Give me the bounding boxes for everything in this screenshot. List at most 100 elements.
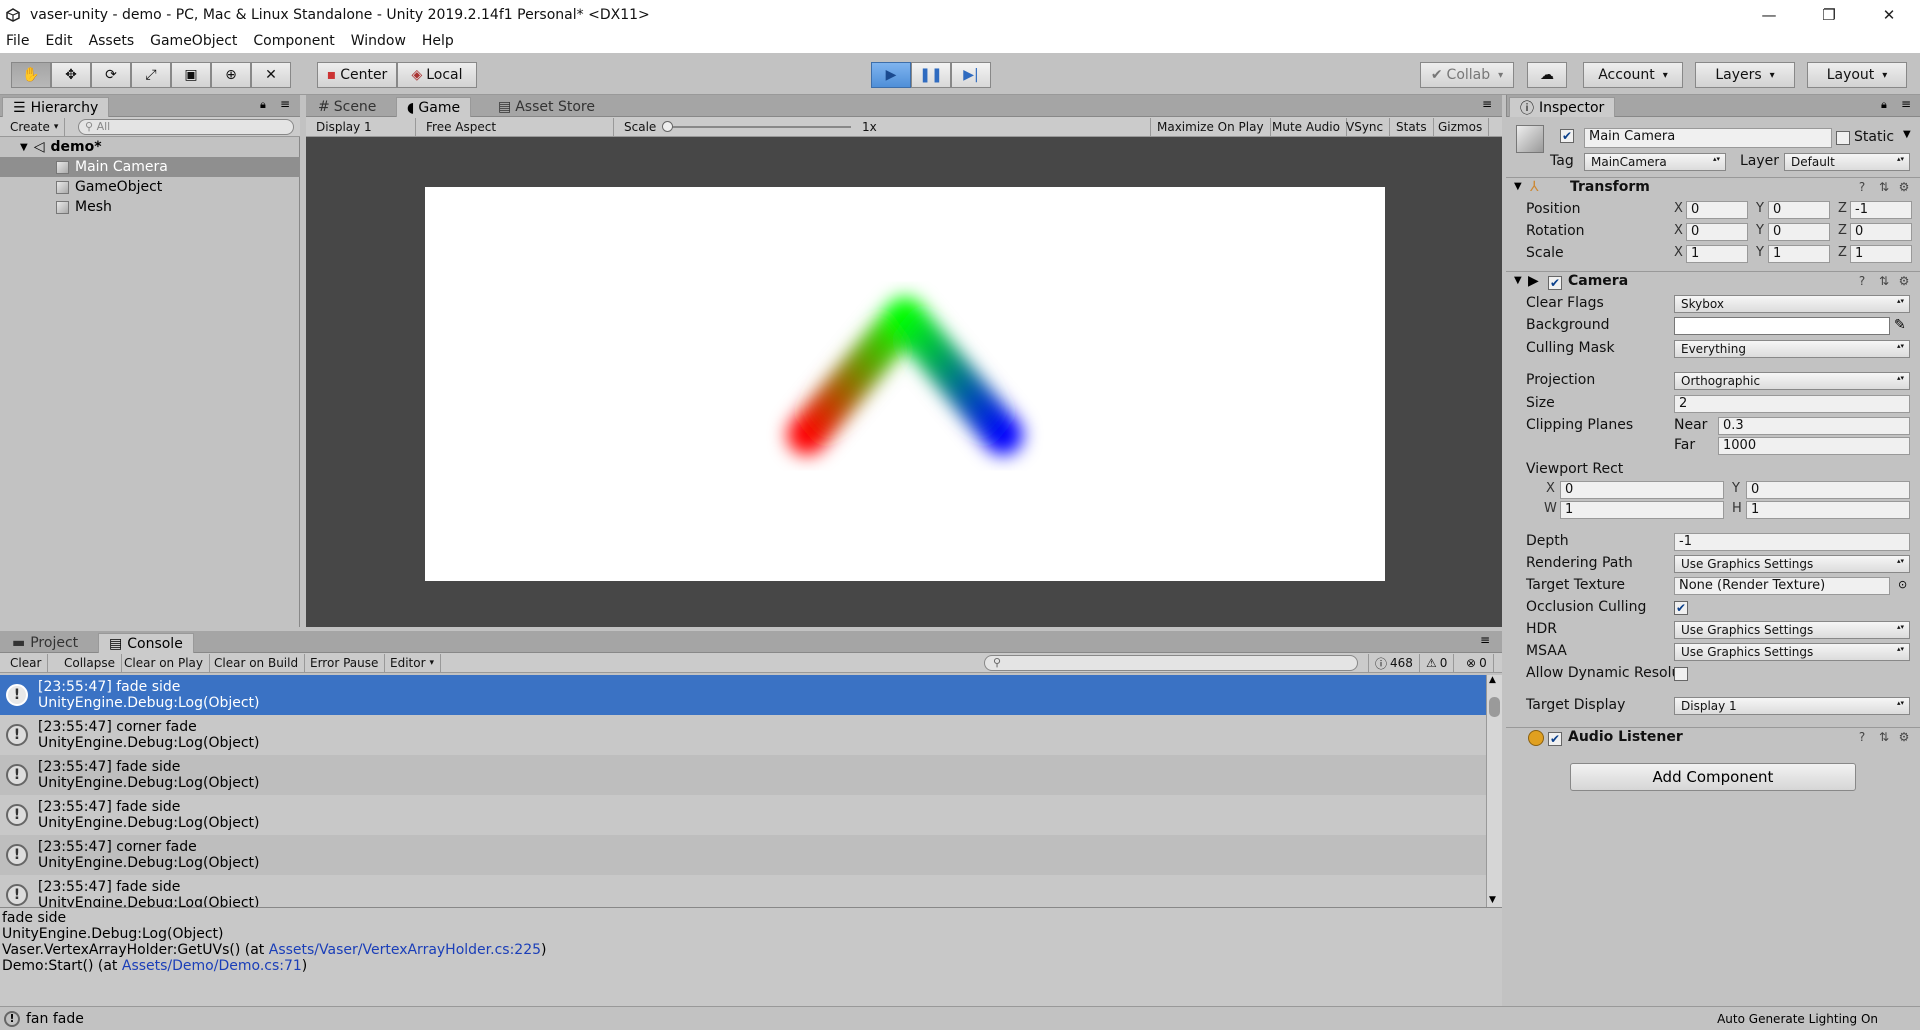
rotation-x-field[interactable]: 0 [1686,223,1748,241]
tab-game[interactable]: ◖ Game [396,97,472,117]
scale-y-field[interactable]: 1 [1768,245,1830,263]
dynamic-resolution-checkbox[interactable] [1674,667,1688,681]
close-button[interactable]: ✕ [1866,0,1912,29]
panel-menu-icon[interactable]: ≡ [1482,97,1492,111]
console-log-list[interactable]: ! [23:55:47] fade side UnityEngine.Debug:L… [0,675,1502,907]
background-color-field[interactable] [1674,317,1890,335]
size-field[interactable]: 2 [1674,395,1910,413]
scene-root[interactable]: ▼ ◁ demo* [0,137,300,157]
gizmos-dropdown[interactable]: Gizmos [1432,118,1490,136]
target-texture-field[interactable]: None (Render Texture) [1674,577,1890,595]
help-icon[interactable]: ? [1854,274,1870,290]
play-button[interactable]: ▶ [871,62,911,88]
lock-icon[interactable]: 🔒︎ [260,98,266,112]
layer-dropdown[interactable]: Default [1784,153,1910,171]
rotation-y-field[interactable]: 0 [1768,223,1830,241]
transform-tool-button[interactable]: ⊕ [211,62,251,88]
scale-x-field[interactable]: 1 [1686,245,1748,263]
add-component-button[interactable]: Add Component [1570,763,1856,791]
static-checkbox[interactable] [1836,131,1850,145]
layers-dropdown[interactable]: Layers [1695,62,1795,88]
target-display-dropdown[interactable]: Display 1 [1674,697,1910,715]
hierarchy-search-input[interactable]: ⚲ All [78,119,294,135]
audio-listener-header[interactable]: ✔ Audio Listener ? ⇅ ⚙ [1506,727,1920,749]
minimize-button[interactable]: — [1746,0,1792,29]
display-dropdown[interactable]: Display 1 [310,118,416,136]
hand-tool-button[interactable]: ✋ [11,62,51,88]
hdr-dropdown[interactable]: Use Graphics Settings [1674,621,1910,639]
active-checkbox[interactable]: ✔ [1560,129,1574,143]
tab-hierarchy[interactable]: ☰ Hierarchy [2,97,110,117]
chevron-down-icon[interactable]: ▼ [1903,129,1911,140]
pivot-local-button[interactable]: ◈ Local [397,62,477,88]
console-clear-on-play-toggle[interactable]: Clear on Play [118,654,210,672]
preset-icon[interactable]: ⇅ [1876,274,1892,290]
console-error-pause-toggle[interactable]: Error Pause [304,654,386,672]
viewport-w-field[interactable]: 1 [1560,501,1724,519]
scale-tool-button[interactable]: ⤢ [131,62,171,88]
position-z-field[interactable]: -1 [1850,201,1912,219]
console-clear-button[interactable]: Clear [4,654,49,672]
custom-tool-button[interactable]: ✕ [251,62,291,88]
tag-dropdown[interactable]: MainCamera [1584,153,1726,171]
tab-asset-store[interactable]: ▤ Asset Store [488,97,605,117]
scroll-down-icon[interactable]: ▼ [1489,895,1496,905]
tab-scene[interactable]: # Scene [308,97,386,117]
position-y-field[interactable]: 0 [1768,201,1830,219]
scale-slider-handle[interactable] [662,121,673,132]
help-icon[interactable]: ? [1854,180,1870,196]
near-field[interactable]: 0.3 [1718,417,1910,435]
panel-menu-icon[interactable]: ≡ [1480,633,1490,647]
pivot-center-button[interactable]: ▪ Center [317,62,397,88]
log-entry[interactable]: ! [23:55:47] fade side UnityEngine.Debug:L… [0,675,1486,715]
eyedropper-icon[interactable]: ✎ [1894,317,1906,333]
step-button[interactable]: ▶| [951,62,991,88]
culling-mask-dropdown[interactable]: Everything [1674,340,1910,358]
clear-flags-dropdown[interactable]: Skybox [1674,295,1910,313]
console-scrollbar[interactable]: ▲ ▼ [1486,675,1502,907]
menu-help[interactable]: Help [422,33,454,49]
log-entry[interactable]: ! [23:55:47] fade side UnityEngine.Debug:L… [0,875,1486,907]
preset-icon[interactable]: ⇅ [1876,180,1892,196]
game-viewport[interactable] [307,137,1501,627]
console-error-filter-toggle[interactable]: ⊗ 0 [1460,654,1494,672]
restore-button[interactable]: ❐ [1806,0,1852,29]
transform-header[interactable]: ▼ ⅄ Transform ? ⇅ ⚙ [1506,177,1920,199]
tab-console[interactable]: ▤ Console [98,633,194,653]
far-field[interactable]: 1000 [1718,437,1910,455]
occlusion-culling-checkbox[interactable]: ✔ [1674,601,1688,615]
mute-audio-toggle[interactable]: Mute Audio [1266,118,1347,136]
menu-component[interactable]: Component [253,33,334,49]
layout-dropdown[interactable]: Layout [1807,62,1907,88]
object-picker-icon[interactable]: ⊙ [1898,578,1907,591]
viewport-y-field[interactable]: 0 [1746,481,1910,499]
audio-listener-enabled-checkbox[interactable]: ✔ [1548,732,1562,746]
tab-inspector[interactable]: ⓘ Inspector [1509,97,1616,117]
position-x-field[interactable]: 0 [1686,201,1748,219]
log-entry[interactable]: ! [23:55:47] fade side UnityEngine.Debug:L… [0,755,1486,795]
vsync-toggle[interactable]: VSync [1340,118,1391,136]
create-dropdown[interactable]: Create ▾ [4,118,66,136]
scale-z-field[interactable]: 1 [1850,245,1912,263]
camera-enabled-checkbox[interactable]: ✔ [1548,276,1562,290]
rotation-z-field[interactable]: 0 [1850,223,1912,241]
console-collapse-toggle[interactable]: Collapse [58,654,122,672]
console-scroll-thumb[interactable] [1489,697,1500,717]
tab-project[interactable]: ▬ Project [2,633,88,653]
status-message[interactable]: fan fade [26,1011,84,1027]
menu-assets[interactable]: Assets [89,33,135,49]
scale-slider[interactable] [666,126,851,128]
rotate-tool-button[interactable]: ⟳ [91,62,131,88]
panel-menu-icon[interactable]: ≡ [280,97,290,111]
projection-dropdown[interactable]: Orthographic [1674,372,1910,390]
rect-tool-button[interactable]: ▣ [171,62,211,88]
viewport-h-field[interactable]: 1 [1746,501,1910,519]
console-clear-on-build-toggle[interactable]: Clear on Build [208,654,306,672]
maximize-on-play-toggle[interactable]: Maximize On Play [1150,118,1271,136]
msaa-dropdown[interactable]: Use Graphics Settings [1674,643,1910,661]
move-tool-button[interactable]: ✥ [51,62,91,88]
gear-icon[interactable]: ⚙ [1896,180,1912,196]
preset-icon[interactable]: ⇅ [1876,730,1892,746]
console-search-input[interactable]: ⚲ [984,655,1358,671]
panel-menu-icon[interactable]: ≡ [1901,97,1911,111]
